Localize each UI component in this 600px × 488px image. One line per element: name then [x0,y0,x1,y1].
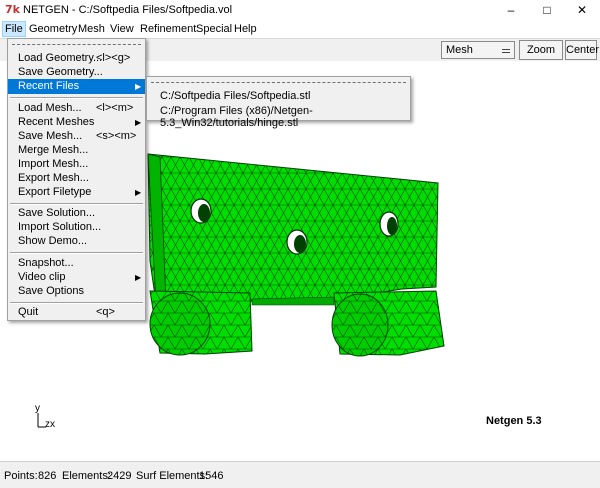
zoom-all-button[interactable]: Zoom All [519,40,563,74]
menu-item-merge-mesh[interactable]: Merge Mesh... [8,143,145,158]
submenu-arrow-icon: ▶ [135,82,142,91]
menu-item-save-solution[interactable]: Save Solution... [8,206,145,221]
elements-value: 2429 [107,470,132,482]
menu-separator [10,302,143,304]
recent-file-item[interactable]: C:/Program Files (x86)/Netgen-5.3_Win32/… [160,105,410,129]
axis-zx-label: zx [45,419,55,430]
menu-separator [10,203,143,205]
menu-item-load-mesh[interactable]: Load Mesh... <l><m> [8,101,145,116]
maximize-button[interactable]: □ [529,0,565,21]
center-button[interactable]: Center [565,40,599,60]
menu-special[interactable]: Special [196,23,232,35]
menu-mesh[interactable]: Mesh [78,23,105,35]
title-bar: 7k NETGEN - C:/Softpedia Files/Softpedia… [0,0,600,21]
elements-label: Elements: [62,470,111,482]
menu-item-save-options[interactable]: Save Options [8,284,145,299]
surf-elements-label: Surf Elements: [136,470,209,482]
menu-item-load-geometry[interactable]: Load Geometry... <l><g> [8,51,145,66]
menu-item-save-mesh[interactable]: Save Mesh... <s><m> [8,129,145,144]
status-bar: Points: 826 Elements: 2429 Surf Elements… [0,461,600,488]
recent-file-item[interactable]: C:/Softpedia Files/Softpedia.stl [160,90,310,102]
menu-item-snapshot[interactable]: Snapshot... [8,256,145,271]
menu-separator [10,97,143,99]
menu-item-video-clip[interactable]: Video clip ▶ [8,270,145,285]
menu-item-quit[interactable]: Quit <q> [8,305,145,320]
menu-help[interactable]: Help [234,23,257,35]
version-label: Netgen 5.3 [486,415,542,427]
hinge-mesh [147,153,445,357]
window-title: NETGEN - C:/Softpedia Files/Softpedia.vo… [23,4,233,16]
menu-file[interactable]: File [2,21,26,37]
menu-item-show-demo[interactable]: Show Demo... [8,234,145,249]
tearoff-line[interactable] [12,44,141,45]
submenu-arrow-icon: ▶ [135,273,142,282]
close-button[interactable]: ✕ [564,0,600,21]
menu-item-save-geometry[interactable]: Save Geometry... [8,65,145,80]
dropdown-icon [502,49,510,53]
menu-bar: File Geometry Mesh View Refinement Speci… [0,21,600,38]
recent-files-submenu: C:/Softpedia Files/Softpedia.stl C:/Prog… [146,76,411,129]
tearoff-line[interactable] [151,82,406,83]
menu-item-recent-files[interactable]: Recent Files ▶ [8,79,145,94]
menu-item-export-mesh[interactable]: Export Mesh... [8,171,145,186]
minimize-button[interactable]: – [493,0,529,21]
menu-item-import-mesh[interactable]: Import Mesh... [8,157,145,172]
mode-select[interactable]: Mesh [441,41,515,59]
menu-item-export-filetype[interactable]: Export Filetype ▶ [8,185,145,200]
menu-separator [10,252,143,254]
points-label: Points: [4,470,38,482]
points-value: 826 [38,470,57,482]
file-menu: Load Geometry... <l><g> Save Geometry...… [7,38,146,321]
menu-refinement[interactable]: Refinement [140,23,196,35]
tk-logo-icon: 7k [5,3,20,16]
mode-select-value: Mesh [446,44,473,56]
submenu-arrow-icon: ▶ [135,188,142,197]
submenu-arrow-icon: ▶ [135,118,142,127]
menu-item-import-solution[interactable]: Import Solution... [8,220,145,235]
axis-y-label: y [35,403,40,414]
menu-view[interactable]: View [110,23,134,35]
menu-geometry[interactable]: Geometry [29,23,77,35]
surf-elements-value: 1546 [199,470,224,482]
menu-item-recent-meshes[interactable]: Recent Meshes ▶ [8,115,145,130]
